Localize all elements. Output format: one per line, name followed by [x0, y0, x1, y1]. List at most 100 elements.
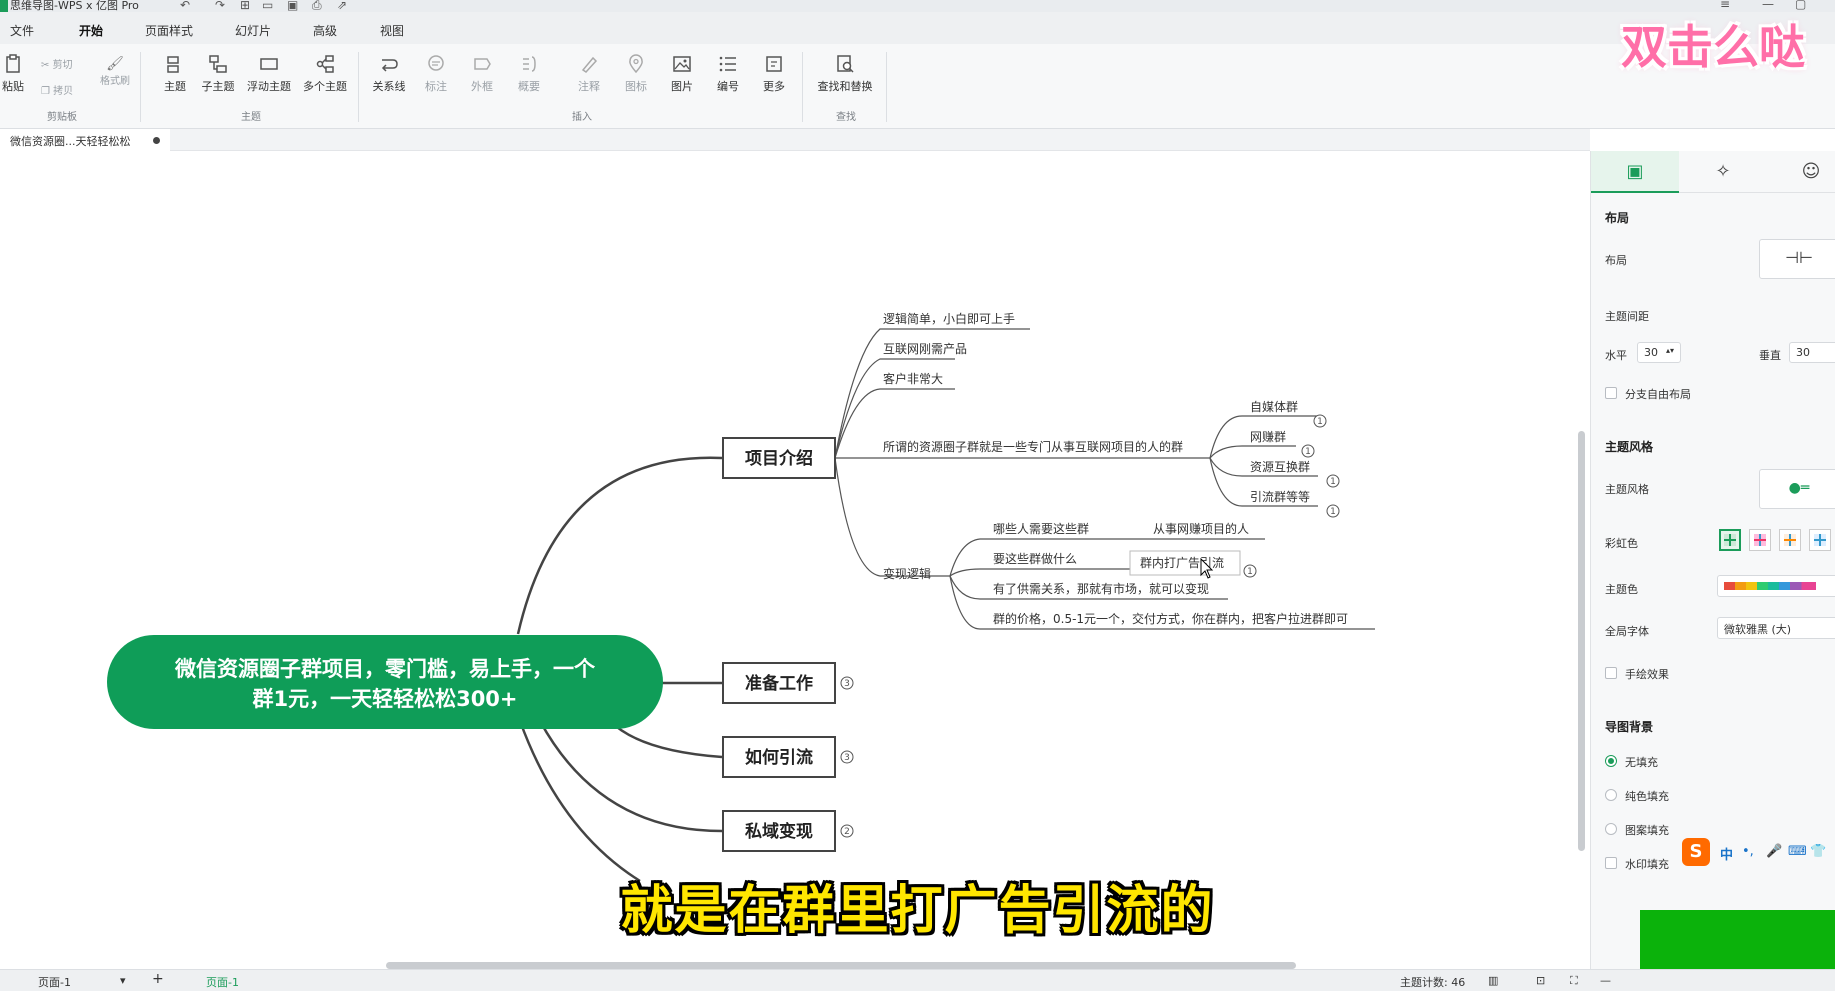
badge-count[interactable]: 3	[844, 753, 850, 763]
fullscreen-icon[interactable]: ⛶	[1570, 974, 1578, 988]
tab-slides[interactable]: 幻灯片	[235, 22, 271, 39]
tab-page-style[interactable]: 页面样式	[145, 22, 193, 39]
tab-home[interactable]: 开始	[79, 22, 104, 47]
vertical-scrollbar[interactable]	[1578, 431, 1585, 851]
badge-count[interactable]: 3	[844, 679, 850, 689]
badge-count[interactable]: 1	[1330, 507, 1336, 517]
keyboard-icon[interactable]: ⌨	[1788, 844, 1807, 859]
subtopic-button[interactable]: 子主题	[198, 54, 238, 94]
rainbow-option-1[interactable]	[1719, 529, 1741, 551]
badge-count[interactable]: 1	[1330, 477, 1336, 487]
find-replace-button[interactable]: 查找和替换	[814, 54, 876, 94]
font-select[interactable]: 微软雅黑 (大)	[1717, 617, 1835, 639]
menu-icon[interactable]: ≡	[1720, 0, 1730, 11]
subtopic-text[interactable]: 互联网刚需产品	[883, 342, 967, 356]
boundary-button[interactable]: 外框	[468, 54, 496, 94]
ribbon-toolbar: 粘贴 ✂ 剪切 ❐ 拷贝 🖌 格式刷 剪贴板 主题 子主题 浮动主题 多个主题 …	[0, 44, 1835, 129]
subtopic-text[interactable]: 所谓的资源圈子群就是一些专门从事互联网项目的人的群	[883, 439, 1183, 454]
subtopic-text[interactable]: 客户非常大	[883, 371, 943, 386]
stepper-icon[interactable]: ▴▾	[1666, 346, 1674, 355]
book-view-icon[interactable]: ▥	[1488, 974, 1498, 987]
fit-page-icon[interactable]: ⊡	[1536, 974, 1545, 987]
image-button[interactable]: 图片	[668, 54, 696, 94]
ribbon-separator	[886, 52, 887, 122]
subtopic-text[interactable]: 变现逻辑	[883, 566, 931, 581]
rainbow-option-3[interactable]	[1779, 529, 1801, 551]
redo-icon[interactable]: ↷	[215, 0, 225, 12]
badge-count[interactable]: 1	[1305, 447, 1311, 457]
maximize-icon[interactable]: ▢	[1795, 0, 1806, 11]
subtopic-text[interactable]: 引流群等等	[1250, 490, 1310, 504]
badge-count[interactable]: 1	[1247, 567, 1253, 577]
callout-button[interactable]: 标注	[422, 54, 450, 94]
more-button[interactable]: 更多	[760, 54, 788, 94]
save-icon[interactable]: ▣	[287, 0, 298, 12]
relation-button[interactable]: 关系线	[370, 54, 408, 94]
horizontal-scrollbar[interactable]	[386, 962, 1296, 969]
skin-shirt-icon[interactable]: 👕	[1810, 844, 1826, 859]
selected-subtopic[interactable]: 群内打广告引流	[1129, 550, 1241, 576]
subtopic-text[interactable]: 要这些群做什么	[993, 551, 1077, 566]
open-file-icon[interactable]: ▭	[262, 0, 273, 12]
main-topic-monetize[interactable]: 私域变现	[722, 810, 836, 852]
tab-advanced[interactable]: 高级	[313, 22, 337, 39]
add-page-icon[interactable]: +	[152, 971, 164, 987]
microphone-icon[interactable]: 🎤	[1766, 844, 1782, 859]
rainbow-option-2[interactable]	[1749, 529, 1771, 551]
page-tab[interactable]: 页面-1	[206, 974, 239, 990]
horizontal-spacing-input[interactable]: 30 ▴▾	[1637, 342, 1681, 363]
numbering-button[interactable]: 编号	[714, 54, 742, 94]
layout-select[interactable]: ⊣⊢	[1759, 239, 1835, 279]
minimize-icon[interactable]: —	[1762, 0, 1774, 11]
tab-view[interactable]: 视图	[380, 22, 404, 39]
handdrawn-checkbox[interactable]	[1605, 667, 1617, 679]
subtopic-text[interactable]: 网赚群	[1250, 429, 1286, 444]
subtopic-text[interactable]: 从事网赚项目的人	[1153, 521, 1249, 536]
main-topic-label: 私域变现	[745, 821, 813, 842]
theme-color-select[interactable]	[1717, 575, 1835, 597]
ime-mode[interactable]: 中	[1720, 844, 1733, 863]
page-select[interactable]: 页面-1	[38, 974, 71, 990]
subtopic-text[interactable]: 哪些人需要这些群	[993, 521, 1089, 536]
document-tab[interactable]: 微信资源圈...天轻轻松松	[0, 129, 170, 151]
topic-count: 主题计数: 46	[1400, 976, 1466, 989]
floating-topic-button[interactable]: 浮动主题	[244, 54, 294, 94]
free-layout-checkbox[interactable]	[1605, 387, 1617, 399]
icon-button[interactable]: 图标	[622, 54, 650, 94]
bg-solid-radio[interactable]	[1605, 789, 1617, 801]
format-painter-button[interactable]: 🖌 格式刷	[100, 56, 130, 87]
page-select-chevron-icon[interactable]: ▾	[120, 974, 126, 987]
main-topic-intro[interactable]: 项目介绍	[722, 437, 836, 479]
new-file-icon[interactable]: ⊞	[240, 0, 250, 12]
badge-count[interactable]: 1	[1317, 417, 1323, 427]
bg-pattern-radio[interactable]	[1605, 823, 1617, 835]
bg-none-radio[interactable]	[1605, 755, 1617, 767]
mindmap-canvas[interactable]: 3 3 2 1 1 1 1 1 微信资源圈子群项目，零门槛，易上手，一个 群1元…	[0, 151, 1590, 969]
rainbow-option-4[interactable]	[1809, 529, 1831, 551]
copy-button[interactable]: ❐ 拷贝	[41, 82, 73, 97]
ime-logo-icon[interactable]: S	[1682, 838, 1710, 866]
topic-button[interactable]: 主题	[158, 54, 192, 94]
badge-count[interactable]: 2	[844, 827, 850, 837]
root-topic[interactable]: 微信资源圈子群项目，零门槛，易上手，一个 群1元，一天轻轻松松300+	[107, 635, 663, 729]
cut-button[interactable]: ✂ 剪切	[41, 56, 73, 71]
subtopic-text[interactable]: 有了供需关系，那就有市场，就可以变现	[993, 581, 1209, 596]
main-topic-preparation[interactable]: 准备工作	[722, 662, 836, 704]
zoom-out-icon[interactable]: —	[1600, 974, 1611, 987]
subtopic-text[interactable]: 自媒体群	[1250, 400, 1298, 414]
subtopic-text[interactable]: 群的价格，0.5-1元一个，交付方式，你在群内，把客户拉进群即可	[993, 611, 1348, 626]
subtopic-text[interactable]: 逻辑简单，小白即可上手	[883, 311, 1015, 326]
theme-style-select[interactable]: ●═	[1759, 469, 1835, 509]
tab-file[interactable]: 文件	[10, 22, 34, 39]
multi-topic-button[interactable]: 多个主题	[300, 54, 350, 94]
vertical-spacing-input[interactable]: 30	[1789, 342, 1835, 363]
style-preview-icon: ●═	[1788, 480, 1810, 496]
export-icon[interactable]: ⇗	[337, 0, 347, 12]
punctuation-icon[interactable]: •,	[1742, 844, 1754, 859]
undo-icon[interactable]: ↶	[180, 0, 190, 12]
subtopic-text[interactable]: 资源互换群	[1250, 460, 1310, 474]
main-topic-traffic[interactable]: 如何引流	[722, 736, 836, 778]
note-button[interactable]: 注释	[575, 54, 603, 94]
paste-button[interactable]: 粘贴	[2, 54, 24, 94]
summary-button[interactable]: 概要	[515, 54, 543, 94]
